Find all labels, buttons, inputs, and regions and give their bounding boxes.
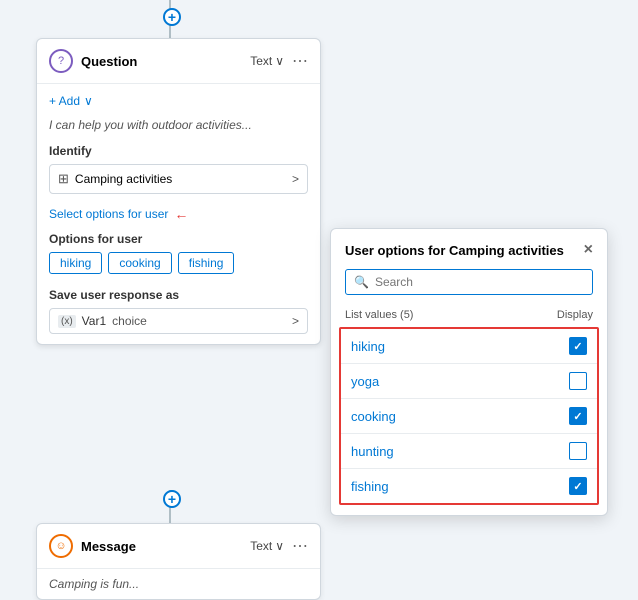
panel-search-container: 🔍 <box>345 269 593 295</box>
search-input[interactable] <box>375 275 584 289</box>
message-card-title: Message <box>81 539 242 554</box>
item-name-hiking: hiking <box>351 339 385 354</box>
search-icon: 🔍 <box>354 275 369 289</box>
list-item: hiking <box>341 329 597 364</box>
list-item: yoga <box>341 364 597 399</box>
identify-value: Camping activities <box>75 172 286 186</box>
identify-label: Identify <box>49 144 308 158</box>
option-tag-cooking[interactable]: cooking <box>108 252 171 274</box>
panel-title: User options for Camping activities <box>345 243 564 258</box>
card-header: ? Question Text ∨ ⋯ <box>37 39 320 84</box>
message-card-menu-button[interactable]: ⋯ <box>292 536 308 556</box>
list-item: cooking <box>341 399 597 434</box>
add-button[interactable]: + Add ∨ <box>49 94 93 108</box>
options-tags: hiking cooking fishing <box>49 252 308 274</box>
question-icon: ? <box>49 49 73 73</box>
checkbox-cooking[interactable] <box>569 407 587 425</box>
item-name-fishing: fishing <box>351 479 389 494</box>
message-icon: ☺ <box>49 534 73 558</box>
identify-row[interactable]: ⊞ Camping activities > <box>49 164 308 194</box>
card-body: + Add ∨ I can help you with outdoor acti… <box>37 84 320 344</box>
list-item: fishing <box>341 469 597 503</box>
checkbox-hiking[interactable] <box>569 337 587 355</box>
identify-chevron-icon: > <box>292 172 299 186</box>
select-options-link[interactable]: Select options for user ← <box>49 206 308 222</box>
arrow-icon: ← <box>174 206 188 222</box>
item-name-hunting: hunting <box>351 444 394 459</box>
message-card: ☺ Message Text ∨ ⋯ Camping is fun... <box>36 523 321 600</box>
card-menu-button[interactable]: ⋯ <box>292 51 308 71</box>
option-tag-hiking[interactable]: hiking <box>49 252 102 274</box>
card-type: Text ∨ <box>250 54 284 68</box>
option-tag-fishing[interactable]: fishing <box>178 252 235 274</box>
panel-header: User options for Camping activities × <box>331 229 607 269</box>
message-card-header: ☺ Message Text ∨ ⋯ <box>37 524 320 569</box>
display-label: Display <box>557 309 593 321</box>
item-name-cooking: cooking <box>351 409 396 424</box>
var-row[interactable]: (x) Var1 choice > <box>49 308 308 334</box>
panel-items-list: hiking yoga cooking hunting fishing <box>339 327 599 505</box>
question-card: ? Question Text ∨ ⋯ + Add ∨ I can help y… <box>36 38 321 345</box>
add-circle-mid[interactable]: + <box>163 490 181 508</box>
add-circle-top[interactable]: + <box>163 8 181 26</box>
checkbox-yoga[interactable] <box>569 372 587 390</box>
table-icon: ⊞ <box>58 171 69 187</box>
message-card-type: Text ∨ <box>250 539 284 553</box>
message-preview: I can help you with outdoor activities..… <box>49 118 308 132</box>
checkbox-hunting[interactable] <box>569 442 587 460</box>
panel-close-button[interactable]: × <box>584 241 593 259</box>
options-for-user-label: Options for user <box>49 232 308 246</box>
options-panel: User options for Camping activities × 🔍 … <box>330 228 608 516</box>
list-values-count: List values (5) <box>345 309 413 321</box>
var-chevron-icon: > <box>292 314 299 328</box>
canvas: + ? Question Text ∨ ⋯ + Add ∨ I can help… <box>0 0 638 595</box>
save-response-label: Save user response as <box>49 288 308 302</box>
card-title: Question <box>81 54 242 69</box>
list-item: hunting <box>341 434 597 469</box>
checkbox-fishing[interactable] <box>569 477 587 495</box>
var-badge: (x) <box>58 315 76 328</box>
var-type: choice <box>112 314 147 328</box>
var-name: Var1 <box>82 314 106 328</box>
item-name-yoga: yoga <box>351 374 379 389</box>
panel-list-header: List values (5) Display <box>331 305 607 327</box>
